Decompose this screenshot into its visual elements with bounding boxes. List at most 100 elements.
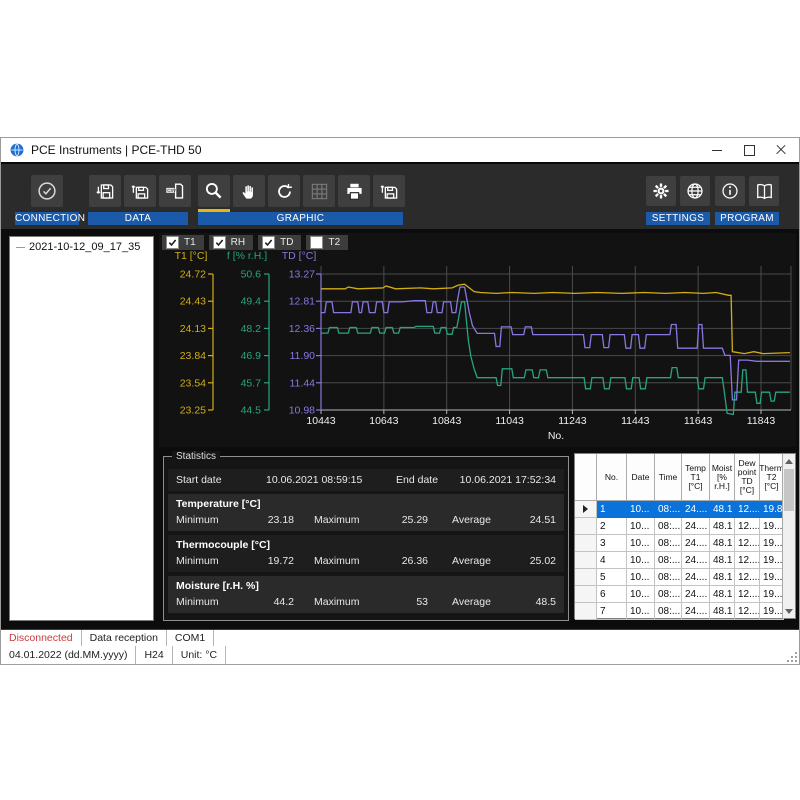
table-cell[interactable]: 08:... (655, 501, 682, 518)
row-header-cell[interactable] (575, 603, 597, 620)
save-data-button[interactable] (89, 175, 121, 207)
table-cell[interactable]: 2 (597, 518, 627, 535)
table-cell[interactable]: 12.... (735, 518, 760, 535)
table-cell[interactable]: 24.... (682, 586, 710, 603)
table-cell[interactable]: 10... (627, 603, 655, 620)
table-row[interactable]: 510...08:...24....48.112....19.... (575, 569, 795, 586)
close-button[interactable] (765, 138, 797, 162)
scrollbar-thumb[interactable] (784, 469, 794, 511)
table-cell[interactable]: 4 (597, 552, 627, 569)
export-csv-button[interactable]: CSV (159, 175, 191, 207)
load-data-button[interactable] (124, 175, 156, 207)
row-header-cell[interactable] (575, 586, 597, 603)
zoom-tool-button[interactable] (198, 175, 230, 207)
table-row[interactable]: 110...08:...24....48.112....19.8 (575, 501, 795, 518)
column-header[interactable]: Therm T2 [°C] (760, 454, 784, 501)
table-cell[interactable]: 12.... (735, 552, 760, 569)
table-cell[interactable]: 3 (597, 535, 627, 552)
table-cell[interactable]: 19.... (760, 586, 784, 603)
column-header[interactable]: No. (597, 454, 627, 501)
table-cell[interactable]: 08:... (655, 552, 682, 569)
row-header-cell[interactable] (575, 569, 597, 586)
table-cell[interactable]: 48.1 (710, 586, 735, 603)
table-row[interactable]: 310...08:...24....48.112....19.... (575, 535, 795, 552)
pan-tool-button[interactable] (233, 175, 265, 207)
series-checkbox-rh[interactable]: RH (209, 235, 253, 250)
table-cell[interactable]: 08:... (655, 535, 682, 552)
column-header[interactable]: Moist [% r.H.] (710, 454, 735, 501)
save-graphic-button[interactable] (373, 175, 405, 207)
table-cell[interactable]: 6 (597, 586, 627, 603)
table-cell[interactable]: 19.... (760, 518, 784, 535)
row-header-cell[interactable] (575, 518, 597, 535)
table-scrollbar[interactable] (782, 454, 795, 618)
table-cell[interactable]: 12.... (735, 603, 760, 620)
table-cell[interactable]: 08:... (655, 569, 682, 586)
connect-button[interactable] (31, 175, 63, 207)
table-cell[interactable]: 10... (627, 586, 655, 603)
table-cell[interactable]: 48.1 (710, 518, 735, 535)
table-cell[interactable]: 10... (627, 518, 655, 535)
checkbox-checked-icon[interactable] (213, 236, 226, 249)
checkbox-checked-icon[interactable] (262, 236, 275, 249)
table-cell[interactable]: 1 (597, 501, 627, 518)
table-cell[interactable]: 24.... (682, 552, 710, 569)
table-row[interactable]: 610...08:...24....48.112....19.... (575, 586, 795, 603)
table-cell[interactable]: 19.8 (760, 501, 784, 518)
table-cell[interactable]: 48.1 (710, 501, 735, 518)
column-header[interactable]: Dew point TD [°C] (735, 454, 760, 501)
table-cell[interactable]: 48.1 (710, 535, 735, 552)
checkbox-unchecked-icon[interactable] (310, 236, 323, 249)
table-cell[interactable]: 19.... (760, 569, 784, 586)
row-header-cell[interactable] (575, 501, 597, 518)
scroll-up-button[interactable] (783, 454, 795, 468)
column-header[interactable]: Time (655, 454, 682, 501)
maximize-button[interactable] (733, 138, 765, 162)
table-cell[interactable]: 24.... (682, 535, 710, 552)
settings-button[interactable] (646, 176, 676, 206)
table-cell[interactable]: 12.... (735, 535, 760, 552)
row-header-cell[interactable] (575, 535, 597, 552)
tree-item-session[interactable]: 2021-10-12_09_17_35 (10, 237, 153, 253)
series-checkbox-t1[interactable]: T1 (162, 235, 204, 250)
table-cell[interactable]: 48.1 (710, 603, 735, 620)
scroll-down-button[interactable] (783, 604, 795, 618)
table-cell[interactable]: 19.... (760, 552, 784, 569)
checkbox-checked-icon[interactable] (166, 236, 179, 249)
resize-grip[interactable] (786, 651, 798, 663)
reset-view-button[interactable] (268, 175, 300, 207)
table-cell[interactable]: 5 (597, 569, 627, 586)
table-cell[interactable]: 7 (597, 603, 627, 620)
table-cell[interactable]: 10... (627, 552, 655, 569)
table-cell[interactable]: 08:... (655, 603, 682, 620)
series-checkbox-t2[interactable]: T2 (306, 235, 348, 250)
table-cell[interactable]: 48.1 (710, 569, 735, 586)
table-row[interactable]: 210...08:...24....48.112....19.... (575, 518, 795, 535)
table-cell[interactable]: 19.... (760, 603, 784, 620)
language-button[interactable] (680, 176, 710, 206)
table-cell[interactable]: 12.... (735, 586, 760, 603)
manual-button[interactable] (749, 176, 779, 206)
row-header-cell[interactable] (575, 552, 597, 569)
table-cell[interactable]: 24.... (682, 501, 710, 518)
table-cell[interactable]: 12.... (735, 501, 760, 518)
table-cell[interactable]: 19.... (760, 535, 784, 552)
series-checkbox-td[interactable]: TD (258, 235, 301, 250)
table-cell[interactable]: 10... (627, 535, 655, 552)
table-cell[interactable]: 24.... (682, 569, 710, 586)
column-header[interactable]: Date (627, 454, 655, 501)
chart-plot[interactable]: 1044310643108431104311243114431164311843… (159, 233, 796, 447)
session-tree[interactable]: 2021-10-12_09_17_35 (9, 236, 154, 621)
about-button[interactable] (715, 176, 745, 206)
table-cell[interactable]: 24.... (682, 518, 710, 535)
minimize-button[interactable] (701, 138, 733, 162)
table-cell[interactable]: 10... (627, 501, 655, 518)
table-row[interactable]: 710...08:...24....48.112....19.... (575, 603, 795, 620)
table-cell[interactable]: 12.... (735, 569, 760, 586)
table-row[interactable]: 410...08:...24....48.112....19.... (575, 552, 795, 569)
grid-toggle-button[interactable] (303, 175, 335, 207)
table-cell[interactable]: 08:... (655, 586, 682, 603)
column-header[interactable]: Temp T1 [°C] (682, 454, 710, 501)
table-cell[interactable]: 08:... (655, 518, 682, 535)
table-cell[interactable]: 48.1 (710, 552, 735, 569)
